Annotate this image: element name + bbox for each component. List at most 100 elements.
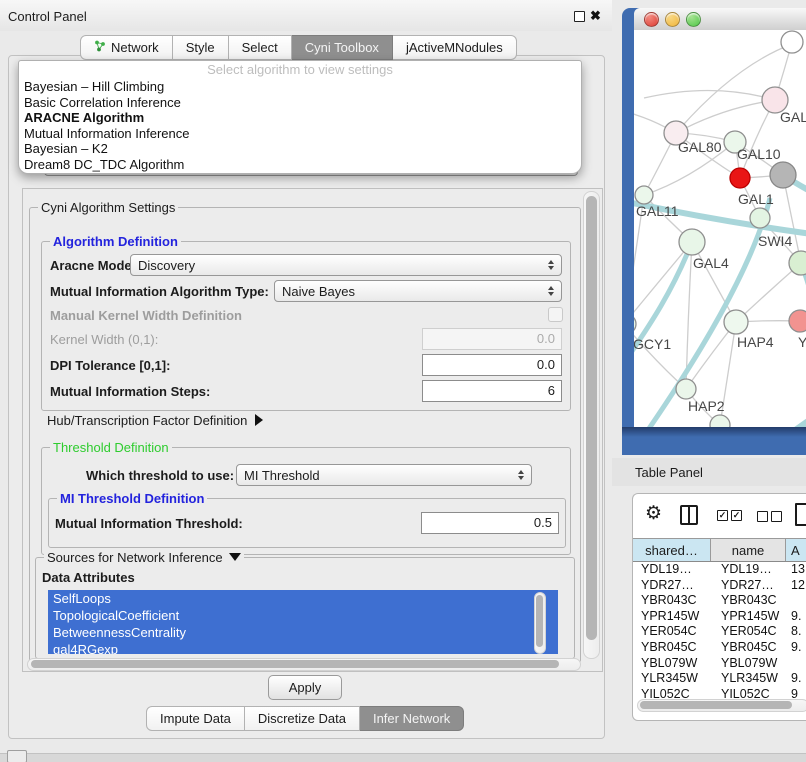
- node-gal1[interactable]: [730, 168, 750, 188]
- tab-infer-network[interactable]: Infer Network: [360, 706, 464, 731]
- table-row-ybl079w[interactable]: YBL079WYBL079W: [633, 656, 806, 672]
- tab-label: Select: [242, 40, 278, 55]
- minimize-traffic-light-icon[interactable]: [665, 12, 680, 27]
- tab-style[interactable]: Style: [173, 35, 229, 60]
- settings-horizontal-scrollbar-thumb[interactable]: [31, 660, 559, 668]
- network-edge: [692, 242, 736, 322]
- float-window-icon[interactable]: [574, 11, 585, 22]
- mi-steps-field[interactable]: 6: [422, 380, 562, 402]
- algorithm-dropdown-items: Bayesian – Hill ClimbingBasic Correlatio…: [19, 79, 581, 173]
- node-right-green[interactable]: [789, 251, 806, 275]
- column-header-name[interactable]: name: [711, 539, 786, 561]
- mi-type-combobox[interactable]: Naive Bayes: [274, 280, 562, 302]
- apply-button[interactable]: Apply: [268, 675, 342, 700]
- mi-threshold-title: MI Threshold Definition: [57, 491, 207, 506]
- table-cell: YLR345W: [711, 671, 786, 687]
- mi-type-value: Naive Bayes: [282, 284, 542, 299]
- tab-select[interactable]: Select: [229, 35, 292, 60]
- tab-discretize-data[interactable]: Discretize Data: [245, 706, 360, 731]
- algorithm-option-dream8-dc-tdc-algorithm[interactable]: Dream8 DC_TDC Algorithm: [19, 157, 581, 173]
- attribute-item-betweennesscentrality[interactable]: BetweennessCentrality: [48, 624, 558, 641]
- node-gal11[interactable]: [635, 186, 653, 204]
- attribute-item-selfloops[interactable]: SelfLoops: [48, 590, 558, 607]
- node-bottom[interactable]: [710, 415, 730, 427]
- table-horizontal-scrollbar[interactable]: [637, 699, 806, 712]
- tab-label: jActiveMNodules: [406, 40, 503, 55]
- collapsed-arrow-icon: [255, 414, 263, 426]
- table-row-ydl19[interactable]: YDL19…YDL19…13: [633, 562, 806, 578]
- node-gal4[interactable]: [679, 229, 705, 255]
- which-threshold-combobox[interactable]: MI Threshold: [236, 464, 532, 486]
- gear-icon[interactable]: ⚙: [645, 504, 662, 523]
- tab-network[interactable]: Network: [80, 35, 173, 60]
- table-row-ylr345w[interactable]: YLR345WYLR345W9.: [633, 671, 806, 687]
- kernel-width-field[interactable]: 0.0: [422, 328, 562, 350]
- tab-jactivemnodules[interactable]: jActiveMNodules: [393, 35, 517, 60]
- attribute-item-gal4rgexp[interactable]: gal4RGexp: [48, 641, 558, 654]
- table-horizontal-scrollbar-thumb[interactable]: [640, 701, 792, 709]
- tab-label: Impute Data: [160, 711, 231, 726]
- zoom-traffic-light-icon[interactable]: [686, 12, 701, 27]
- close-traffic-light-icon[interactable]: [644, 12, 659, 27]
- checked-box-icon[interactable]: ✓: [731, 510, 742, 521]
- node-hap2[interactable]: [676, 379, 696, 399]
- unchecked-box-icon[interactable]: [757, 511, 768, 522]
- hidden-panel-icon[interactable]: [7, 750, 27, 762]
- table-cell: 13: [786, 562, 806, 578]
- node-y-partial[interactable]: [789, 310, 806, 332]
- node-gal10-label: GAL10: [737, 146, 781, 162]
- node-gal-top-label: GAL: [780, 109, 806, 125]
- column-header-a[interactable]: A: [786, 539, 806, 561]
- node-top-partial[interactable]: [781, 31, 803, 53]
- checked-box-icon[interactable]: ✓: [717, 510, 728, 521]
- table-cell: YBL079W: [711, 656, 786, 672]
- table-row-ybr043c[interactable]: YBR043CYBR043C: [633, 593, 806, 609]
- settings-horizontal-scrollbar[interactable]: [27, 658, 581, 671]
- hub-definition-toggle[interactable]: Hub/Transcription Factor Definition: [47, 413, 263, 428]
- split-column-icon[interactable]: [680, 505, 698, 525]
- node-swi4[interactable]: [750, 208, 770, 228]
- settings-vertical-scrollbar[interactable]: [583, 191, 600, 659]
- table-row-yer054c[interactable]: YER054CYER054C8.: [633, 624, 806, 640]
- settings-vertical-scrollbar-thumb[interactable]: [586, 196, 597, 640]
- table-cell: YDR27…: [711, 578, 786, 594]
- attributes-scrollbar[interactable]: [534, 592, 546, 654]
- table-row-ybr045c[interactable]: YBR045CYBR045C9.: [633, 640, 806, 656]
- column-header-shared[interactable]: shared…: [633, 539, 711, 561]
- table-cell: YPR145W: [633, 609, 711, 625]
- page-icon[interactable]: [795, 503, 806, 526]
- algorithm-dropdown-placeholder: Select algorithm to view settings: [19, 61, 581, 79]
- node-gray[interactable]: [770, 162, 796, 188]
- algorithm-option-bayesian-hill-climbing[interactable]: Bayesian – Hill Climbing: [19, 79, 581, 95]
- algorithm-option-basic-correlation-inference[interactable]: Basic Correlation Inference: [19, 95, 581, 111]
- node-gcy1[interactable]: [634, 314, 636, 334]
- sources-title-toggle[interactable]: Sources for Network Inference: [44, 550, 244, 565]
- attribute-item-topologicalcoefficient[interactable]: TopologicalCoefficient: [48, 607, 558, 624]
- network-frame-shadow: [622, 427, 806, 437]
- table-row-ydr27[interactable]: YDR27…YDR27…12: [633, 578, 806, 594]
- close-icon[interactable]: ✖: [590, 8, 601, 24]
- unchecked-box-icon[interactable]: [771, 511, 782, 522]
- node-y-partial-label: Y: [798, 334, 806, 350]
- tab-impute-data[interactable]: Impute Data: [146, 706, 245, 731]
- hub-definition-label: Hub/Transcription Factor Definition: [47, 413, 247, 428]
- network-icon: [94, 40, 106, 55]
- dpi-tolerance-field[interactable]: 0.0: [422, 354, 562, 376]
- algorithm-option-bayesian-k2[interactable]: Bayesian – K2: [19, 141, 581, 157]
- node-hap4[interactable]: [724, 310, 748, 334]
- table-row-ypr145w[interactable]: YPR145WYPR145W9.: [633, 609, 806, 625]
- manual-kernel-checkbox[interactable]: [548, 307, 563, 322]
- network-window-titlebar: [634, 8, 806, 30]
- mi-threshold-field[interactable]: 0.5: [421, 512, 559, 534]
- algorithm-option-mutual-information-inference[interactable]: Mutual Information Inference: [19, 126, 581, 142]
- threshold-definition-group: Threshold Definition Which threshold to …: [41, 447, 571, 555]
- attributes-scrollbar-thumb[interactable]: [536, 595, 543, 647]
- tab-cyni-toolbox[interactable]: Cyni Toolbox: [292, 35, 393, 60]
- data-attributes-list: SelfLoopsTopologicalCoefficientBetweenne…: [48, 590, 558, 654]
- network-canvas[interactable]: GALGAL80GAL10GAL1GAL11SWI4GAL4GCY1HAP4YH…: [634, 30, 806, 427]
- node-hap2-label: HAP2: [688, 398, 725, 414]
- node-gcy1-label: GCY1: [634, 336, 671, 352]
- algorithm-option-aracne-algorithm[interactable]: ARACNE Algorithm: [19, 110, 581, 126]
- aracne-mode-combobox[interactable]: Discovery: [130, 254, 562, 276]
- control-panel-titlebar: Control Panel ✖: [0, 0, 612, 31]
